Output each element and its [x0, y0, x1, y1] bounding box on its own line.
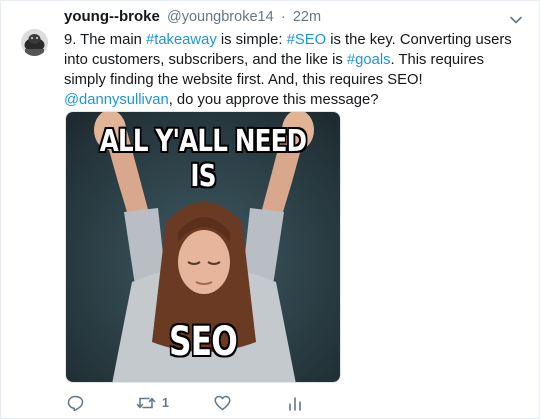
tweet-actions: 1 — [64, 395, 364, 415]
reply-button[interactable] — [67, 395, 84, 411]
author-name[interactable]: young--broke — [64, 8, 160, 25]
tweet-link[interactable]: @dannysullivan — [64, 92, 169, 108]
author-handle[interactable]: @youngbroke14 — [167, 9, 274, 25]
tweet-image[interactable]: ALL Y'ALL NEED IS SEO — [65, 111, 341, 383]
meme-bottom-text: SEO — [169, 319, 238, 365]
separator: · — [280, 9, 286, 25]
analytics-button[interactable] — [288, 395, 302, 411]
tweet-card[interactable]: young--broke @youngbroke14 · 22m 9. The … — [0, 0, 540, 419]
timestamp[interactable]: 22m — [293, 9, 321, 25]
tweet-text-segment: 9. The main — [64, 32, 146, 48]
retweet-icon — [136, 395, 156, 411]
tweet-link[interactable]: #takeaway — [146, 32, 217, 48]
tweet-link[interactable]: #SEO — [287, 32, 326, 48]
analytics-icon — [288, 395, 302, 411]
avatar[interactable] — [21, 29, 48, 56]
retweet-button[interactable]: 1 — [136, 395, 169, 411]
tweet-header: young--broke @youngbroke14 · 22m — [64, 8, 321, 25]
tweet-text-segment: , do you approve this message? — [168, 92, 379, 108]
chevron-down-icon[interactable] — [509, 13, 523, 27]
like-button[interactable] — [214, 395, 231, 411]
tweet-text: 9. The main #takeaway is simple: #SEO is… — [64, 30, 526, 110]
reply-icon — [67, 395, 84, 411]
tweet-text-segment: is simple: — [216, 32, 287, 48]
heart-icon — [214, 395, 231, 411]
retweet-count: 1 — [162, 396, 169, 410]
tweet-link[interactable]: #goals — [347, 52, 391, 68]
meme-top-text: ALL Y'ALL NEED IS — [99, 124, 307, 194]
